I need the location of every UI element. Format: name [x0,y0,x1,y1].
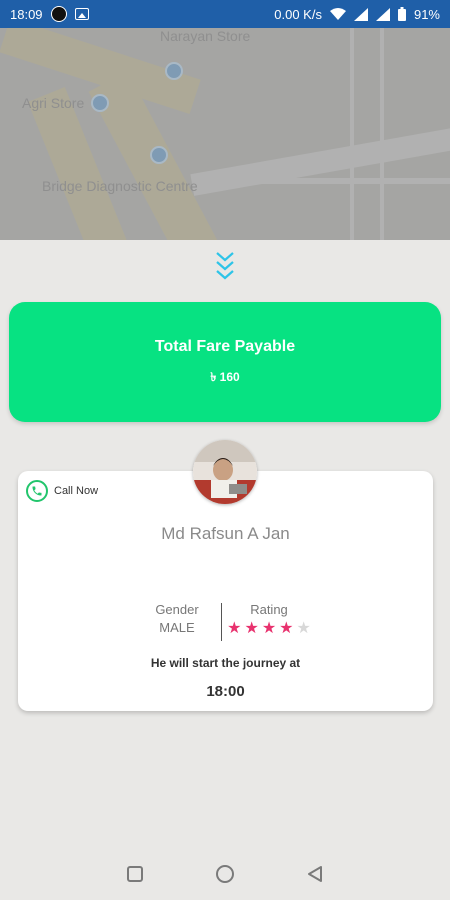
star-filled-icon: ★ [261,620,277,637]
recents-square-icon[interactable] [124,863,146,885]
rating-stars: ★ ★ ★ ★ ★ [223,621,315,637]
map-label-narayan: Narayan Store [160,28,251,44]
gender-info: Gender MALE [138,601,216,637]
call-now-label: Call Now [54,485,99,497]
journey-start-time: 18:00 [206,683,245,700]
map-label-bridge: Bridge Diagnostic Centre [42,178,198,194]
fare-title: Total Fare Payable [154,338,296,355]
map-pin-icon [91,94,109,112]
star-filled-icon: ★ [244,620,259,637]
map-pin-icon [150,146,168,164]
info-divider [221,603,222,641]
rating-info: Rating ★ ★ ★ ★ ★ [223,601,315,637]
driver-avatar [193,440,257,504]
map-view[interactable]: Narayan Store Agri Store Bridge Diagnost… [0,28,450,240]
status-bar: 18:09 0.00 K/s 91% [0,0,450,28]
driver-name: Md Rafsun A Jan [161,524,290,543]
map-label-agri: Agri Store [22,95,85,111]
gender-label: Gender [155,602,199,617]
rating-label: Rating [250,602,288,617]
back-triangle-icon[interactable] [304,863,326,885]
image-icon [74,8,89,20]
network-speed: 0.00 K/s [274,6,322,22]
collapse-chevron-icon[interactable] [213,250,237,282]
fare-card: Total Fare Payable ৳ 160 [9,302,441,422]
fare-amount: ৳ 160 [210,370,240,384]
status-time: 18:09 [10,6,43,22]
signal-icon [353,7,368,21]
battery-icon [397,7,406,21]
call-now-button[interactable]: Call Now [26,480,98,502]
star-filled-icon: ★ [279,620,294,637]
app-icon [50,6,67,22]
gender-value: MALE [159,620,195,635]
star-empty-icon: ★ [296,620,311,637]
star-filled-icon: ★ [227,620,242,637]
signal-icon [375,7,390,21]
system-nav-bar [0,848,450,900]
journey-start-text: He will start the journey at [150,656,301,670]
map-pin-icon [165,62,183,80]
phone-icon [26,480,48,502]
home-circle-icon[interactable] [214,863,236,885]
driver-card: Call Now Md Rafsun A Jan Gender MALE Rat… [18,471,433,711]
wifi-icon [329,7,346,20]
battery-level: 91% [413,6,440,22]
